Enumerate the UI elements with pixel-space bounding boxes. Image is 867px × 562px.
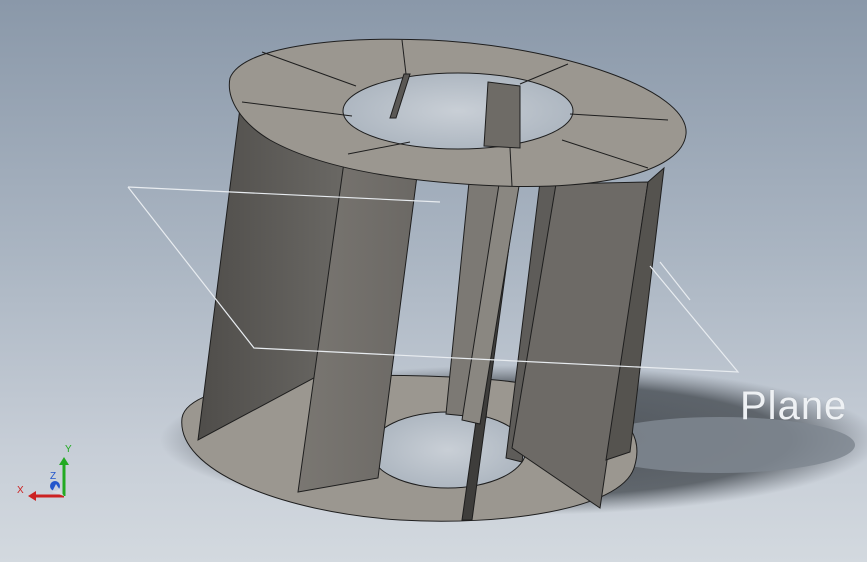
axis-z-label: Z (50, 471, 57, 482)
model-scene[interactable] (0, 0, 867, 562)
top-plate-hole (342, 72, 574, 150)
bottom-plate-hole (369, 411, 527, 489)
plane-label[interactable]: Plane (740, 384, 847, 429)
triad-axes (28, 457, 69, 501)
graphics-viewport[interactable]: Plane X Y Z (0, 0, 867, 562)
axis-x-label: X (17, 485, 24, 496)
view-orientation-triad[interactable]: X Y Z (14, 444, 84, 506)
axis-y-label: Y (65, 444, 72, 455)
